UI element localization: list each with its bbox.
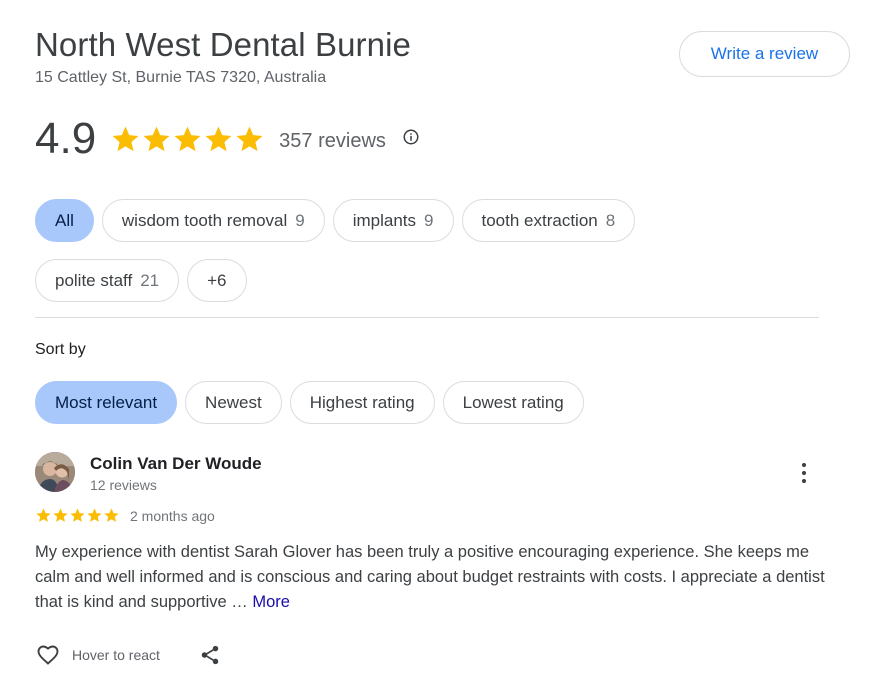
star-icon: [112, 126, 139, 151]
star-icon: [36, 508, 51, 522]
reviewer-info: Colin Van Der Woude 12 reviews: [90, 452, 262, 493]
rating-stars: [110, 124, 265, 155]
sort-newest[interactable]: Newest: [185, 381, 282, 424]
sort-options: Most relevant Newest Highest rating Lowe…: [35, 381, 584, 424]
write-review-button[interactable]: Write a review: [679, 31, 850, 77]
chip-polite-staff[interactable]: polite staff 21: [35, 259, 180, 302]
sort-lowest-rating[interactable]: Lowest rating: [442, 381, 584, 424]
review-time: 2 months ago: [130, 507, 215, 524]
star-icon: [236, 126, 263, 151]
chip-more-topics[interactable]: +6: [187, 259, 247, 302]
sort-label: Sort by: [35, 341, 86, 358]
chip-count: 8: [605, 210, 616, 230]
review-body: My experience with dentist Sarah Glover …: [35, 543, 825, 611]
reviewer-name[interactable]: Colin Van Der Woude: [90, 454, 262, 474]
more-link[interactable]: More: [252, 593, 290, 611]
star-icon: [143, 126, 170, 151]
topic-chips-row-2: polite staff 21 +6: [35, 259, 247, 302]
star-icon: [53, 508, 68, 522]
reviews-panel: North West Dental Burnie 15 Cattley St, …: [0, 0, 888, 682]
business-address: 15 Cattley St, Burnie TAS 7320, Australi…: [35, 69, 327, 86]
rating-value: 4.9: [35, 114, 97, 163]
share-icon[interactable]: [199, 644, 221, 666]
chip-count: 9: [295, 210, 305, 230]
chip-count: 9: [424, 210, 434, 230]
review-text: My experience with dentist Sarah Glover …: [35, 540, 825, 615]
chip-tooth-extraction[interactable]: tooth extraction 8: [461, 199, 636, 242]
chip-wisdom-tooth-removal[interactable]: wisdom tooth removal 9: [101, 199, 325, 242]
review-count: 357 reviews: [279, 129, 386, 152]
chip-count: 21: [140, 270, 160, 290]
reviewer-header: Colin Van Der Woude 12 reviews: [35, 452, 262, 493]
react-hint: Hover to react: [72, 647, 160, 663]
rating-summary: 4.9 357 reviews: [35, 114, 420, 164]
star-icon: [104, 508, 119, 522]
sort-highest-rating[interactable]: Highest rating: [289, 381, 435, 424]
review-meta: 2 months ago: [35, 507, 215, 524]
reviewer-review-count: 12 reviews: [90, 477, 157, 493]
star-icon: [87, 508, 102, 522]
sort-most-relevant[interactable]: Most relevant: [35, 381, 178, 424]
review-stars: [35, 507, 120, 524]
topic-chips-row-1: All wisdom tooth removal 9 implants 9 toot…: [35, 199, 636, 242]
star-icon: [174, 126, 201, 151]
heart-icon[interactable]: [35, 643, 61, 667]
info-icon[interactable]: [402, 128, 420, 146]
chip-all[interactable]: All: [35, 199, 94, 242]
review-actions: Hover to react: [35, 643, 221, 667]
business-title: North West Dental Burnie: [35, 26, 411, 63]
star-icon: [70, 508, 85, 522]
divider: [35, 317, 819, 318]
avatar[interactable]: [35, 452, 75, 492]
more-options-icon[interactable]: [794, 460, 814, 486]
star-icon: [205, 126, 232, 151]
chip-implants[interactable]: implants 9: [332, 199, 454, 242]
